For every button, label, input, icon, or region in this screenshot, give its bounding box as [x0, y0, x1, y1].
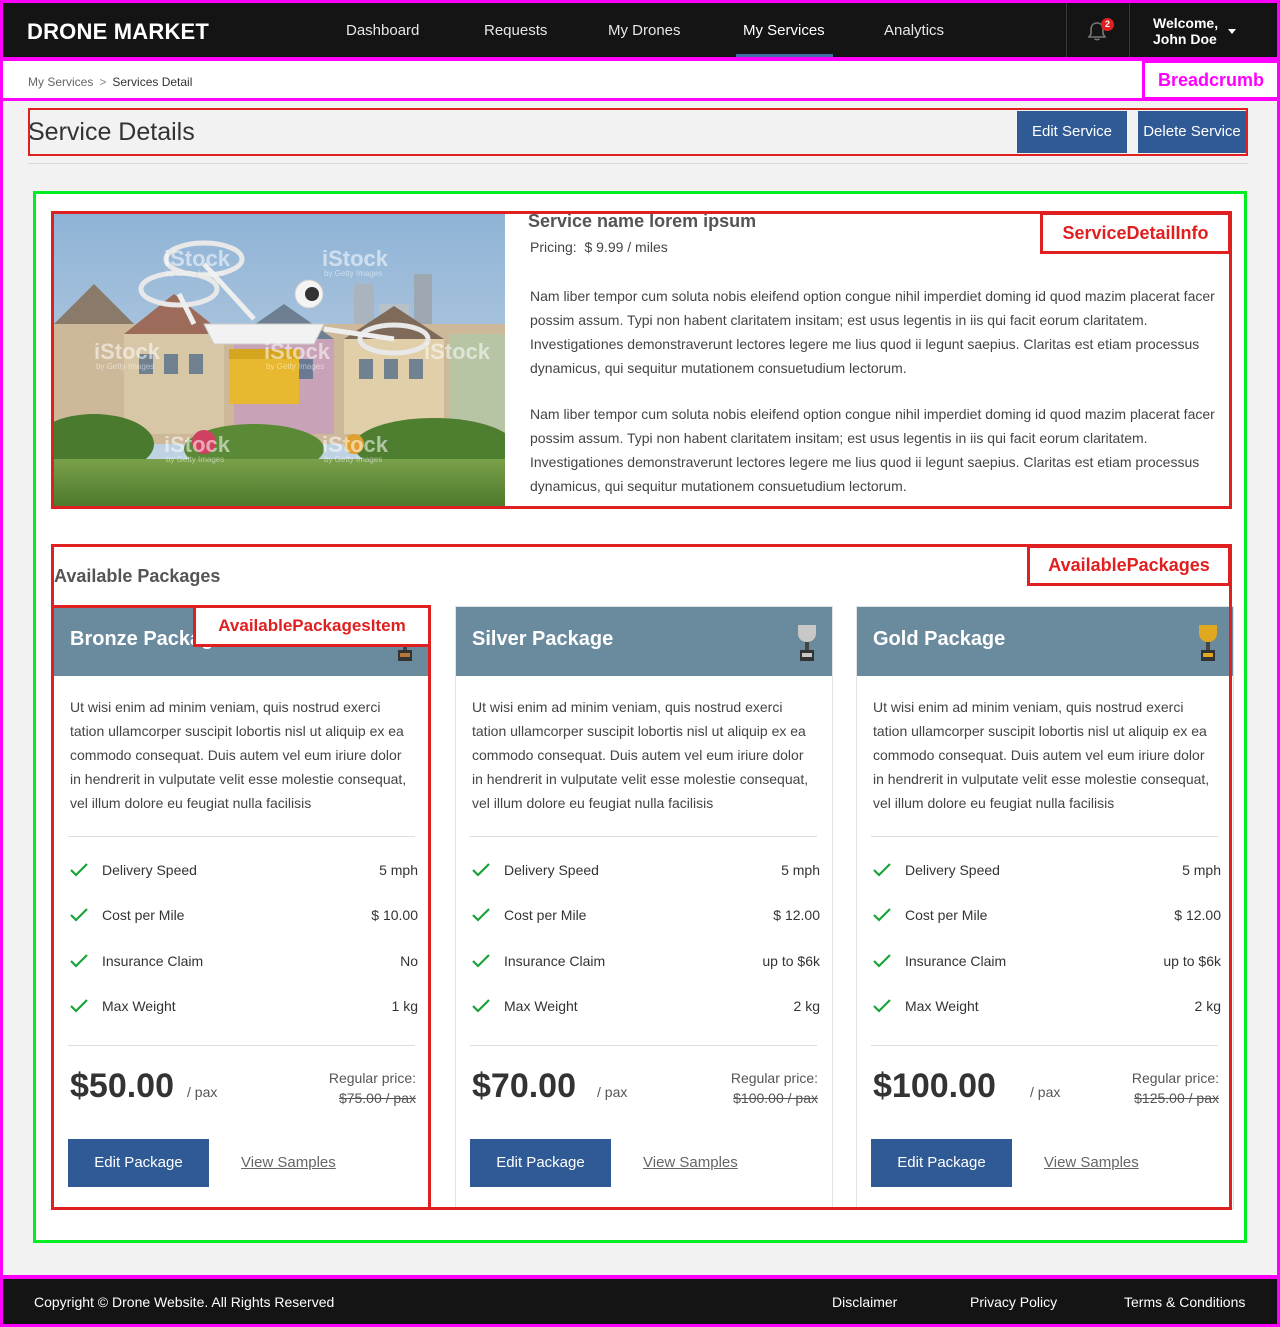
nav-analytics[interactable]: Analytics [884, 22, 944, 39]
breadcrumb-trail: My Services > Services Detail [28, 75, 192, 89]
annotation-label-available-packages-item: AvailablePackagesItem [193, 605, 431, 647]
welcome-label: Welcome, [1153, 15, 1219, 31]
nav-dashboard[interactable]: Dashboard [346, 22, 419, 39]
annotation-label-service-detail-info: ServiceDetailInfo [1040, 212, 1231, 254]
copyright-text: Copyright © Drone Website. All Rights Re… [34, 1294, 335, 1310]
nav-requests[interactable]: Requests [484, 22, 547, 39]
breadcrumb-separator: > [99, 75, 107, 89]
footer-link-privacy-policy[interactable]: Privacy Policy [970, 1294, 1057, 1310]
annotation-box-title [28, 108, 1248, 156]
breadcrumb-link-my-services[interactable]: My Services [28, 75, 93, 89]
nav-my-drones[interactable]: My Drones [608, 22, 681, 39]
annotation-label-breadcrumb: Breadcrumb [1142, 60, 1280, 100]
divider [28, 163, 1248, 164]
header-divider [1066, 3, 1067, 57]
annotation-label-available-packages: AvailablePackages [1027, 545, 1231, 586]
top-navbar: DRONE MARKET Dashboard Requests My Drone… [3, 3, 1277, 57]
breadcrumb-current: Services Detail [112, 75, 193, 89]
nav-my-services[interactable]: My Services [743, 22, 825, 39]
site-footer: Copyright © Drone Website. All Rights Re… [3, 1279, 1277, 1324]
notification-badge: 2 [1101, 18, 1114, 31]
user-menu[interactable]: Welcome, John Doe [1153, 15, 1218, 47]
footer-link-terms[interactable]: Terms & Conditions [1124, 1294, 1245, 1310]
user-name: John Doe [1153, 31, 1217, 47]
footer-link-disclaimer[interactable]: Disclaimer [832, 1294, 897, 1310]
chevron-down-icon[interactable] [1228, 29, 1236, 34]
breadcrumb: My Services > Services Detail Breadcrumb [3, 60, 1280, 101]
header-divider [1129, 3, 1130, 57]
annotation-box-service-detail [51, 211, 1232, 509]
